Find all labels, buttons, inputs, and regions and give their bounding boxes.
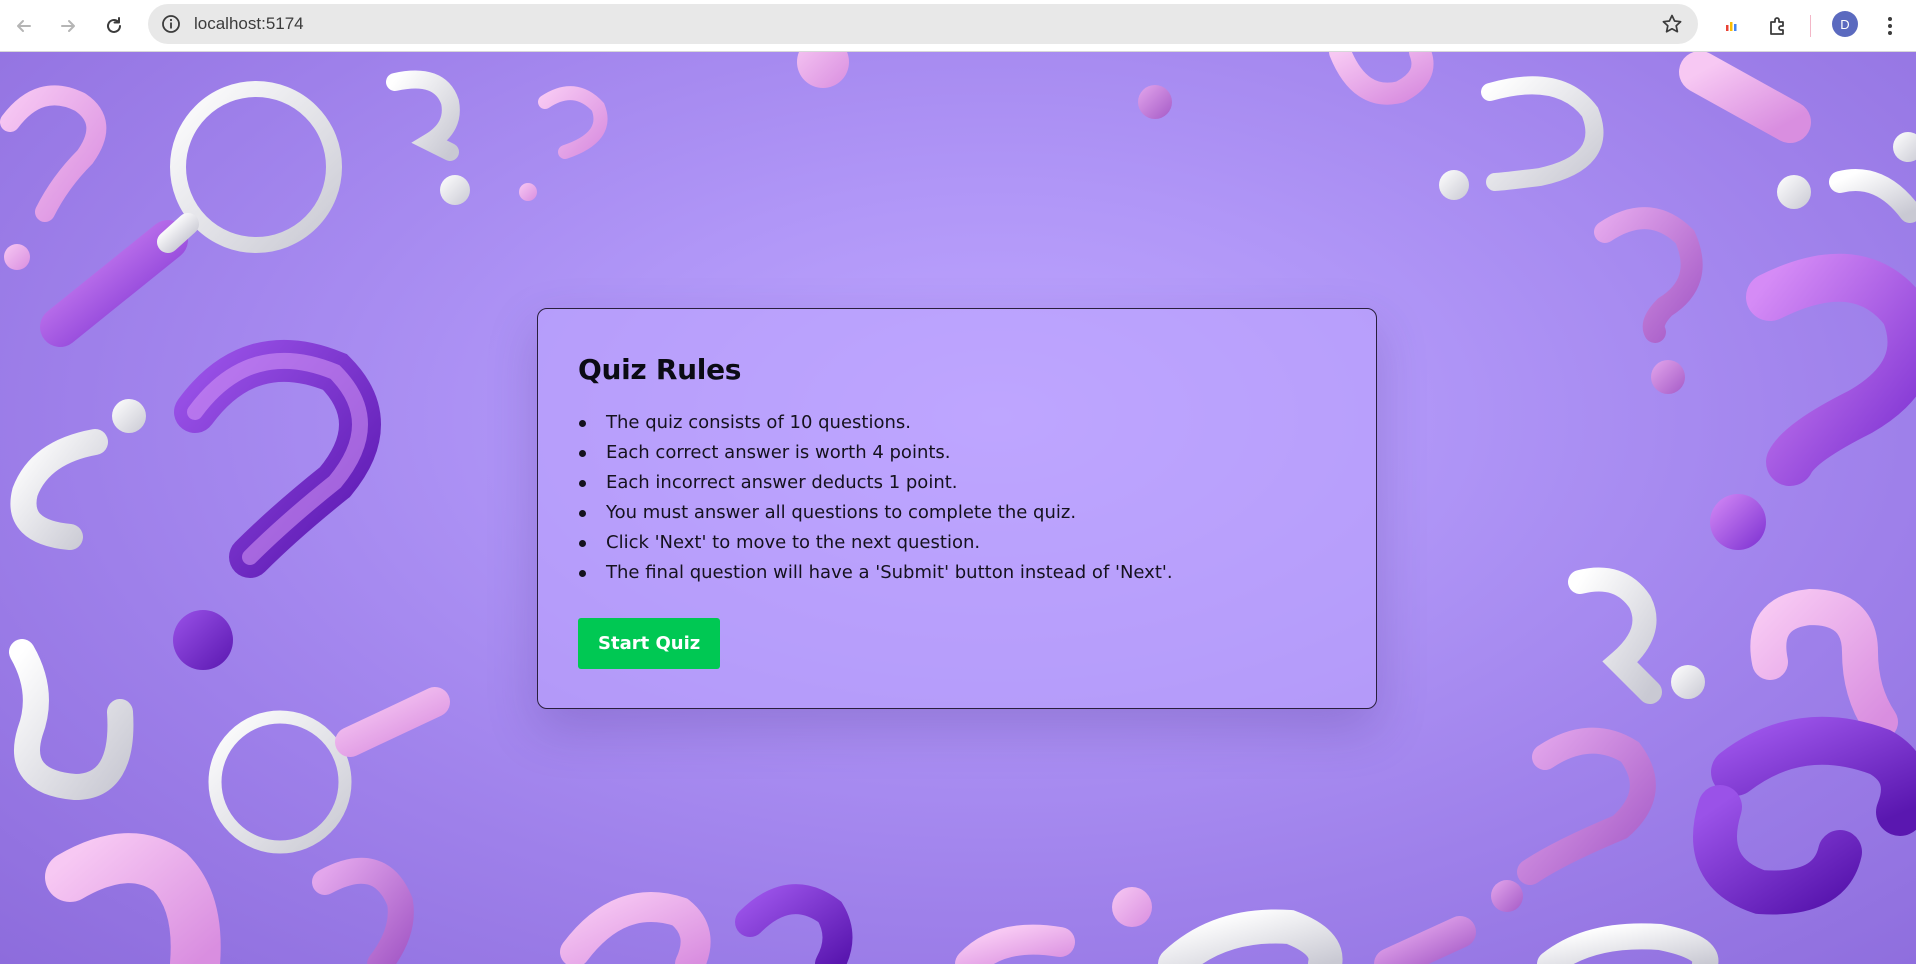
bullet-icon: [579, 450, 586, 457]
rule-text: Each correct answer is worth 4 points.: [606, 442, 951, 463]
bullet-icon: [579, 540, 586, 547]
quiz-rules-title: Quiz Rules: [578, 353, 742, 386]
arrow-right-icon: [61, 20, 75, 32]
rule-text: Each incorrect answer deducts 1 point.: [606, 472, 958, 493]
toolbar-divider: [1810, 15, 1811, 37]
star-icon[interactable]: [1660, 12, 1684, 36]
rule-item: Each correct answer is worth 4 points.: [578, 438, 1336, 468]
bullet-icon: [579, 510, 586, 517]
rule-text: You must answer all questions to complet…: [606, 502, 1077, 523]
back-button[interactable]: [8, 10, 40, 42]
profile-avatar[interactable]: D: [1832, 11, 1858, 37]
browser-toolbar: localhost:5174 D: [0, 0, 1916, 52]
rule-item: The final question will have a 'Submit' …: [578, 558, 1336, 588]
page-background: Quiz Rules The quiz consists of 10 quest…: [0, 52, 1916, 964]
rule-text: The quiz consists of 10 questions.: [606, 412, 911, 433]
kebab-menu-icon: [1888, 17, 1892, 35]
bullet-icon: [579, 570, 586, 577]
forward-button[interactable]: [52, 10, 84, 42]
extension-button[interactable]: [1716, 10, 1748, 42]
address-bar[interactable]: localhost:5174: [148, 4, 1698, 44]
browser-menu-button[interactable]: [1874, 10, 1906, 42]
bullet-icon: [579, 480, 586, 487]
rule-item: Click 'Next' to move to the next questio…: [578, 528, 1336, 558]
puzzle-icon: [1770, 17, 1784, 35]
rules-list: The quiz consists of 10 questions. Each …: [578, 408, 1336, 588]
rule-item: The quiz consists of 10 questions.: [578, 408, 1336, 438]
arrow-left-icon: [17, 20, 31, 32]
rule-item: You must answer all questions to complet…: [578, 498, 1336, 528]
extensions-menu-button[interactable]: [1762, 10, 1794, 42]
reload-button[interactable]: [98, 10, 130, 42]
quiz-rules-card: Quiz Rules The quiz consists of 10 quest…: [537, 308, 1377, 709]
rule-text: The final question will have a 'Submit' …: [606, 562, 1173, 583]
rule-item: Each incorrect answer deducts 1 point.: [578, 468, 1336, 498]
reload-icon: [107, 17, 121, 33]
url-text[interactable]: localhost:5174: [194, 14, 304, 34]
bar-chart-icon: [1726, 22, 1737, 31]
info-icon[interactable]: [160, 13, 182, 35]
start-quiz-button[interactable]: Start Quiz: [578, 618, 721, 669]
rule-text: Click 'Next' to move to the next questio…: [606, 532, 981, 553]
bullet-icon: [579, 420, 586, 427]
